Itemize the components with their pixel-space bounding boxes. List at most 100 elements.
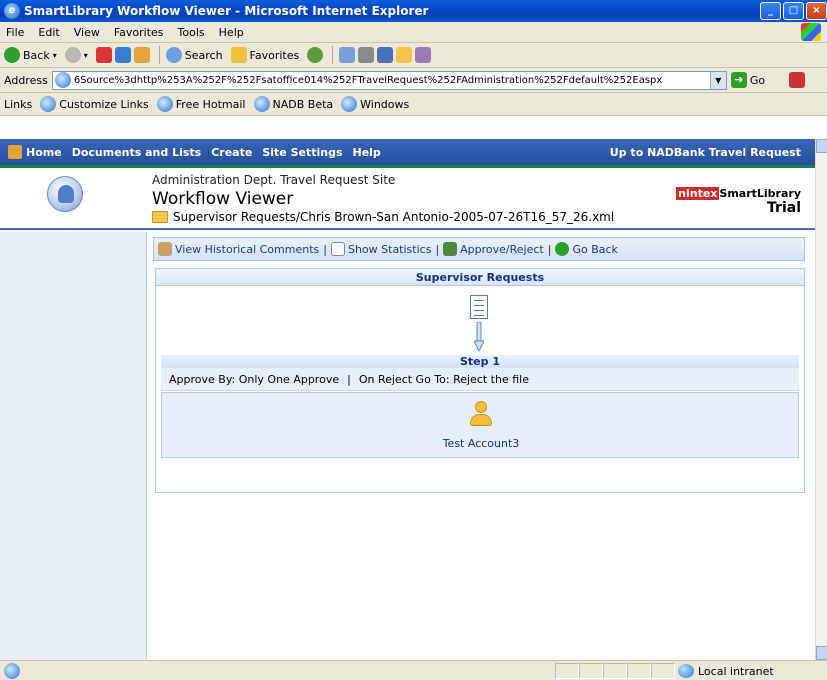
- left-column: [0, 232, 147, 660]
- forward-button[interactable]: ▾: [64, 47, 88, 63]
- print-icon[interactable]: [358, 47, 375, 63]
- nav-home[interactable]: Home: [26, 146, 62, 159]
- menu-bar: File Edit View Favorites Tools Help: [0, 22, 827, 43]
- vertical-scrollbar[interactable]: [815, 139, 827, 660]
- folder-icon[interactable]: [396, 47, 413, 63]
- menu-view[interactable]: View: [74, 26, 100, 39]
- page-status-icon: [4, 662, 20, 679]
- workflow-panel: Supervisor Requests Step 1 Approve By: O…: [155, 268, 805, 493]
- link-label: Free Hotmail: [175, 97, 246, 111]
- favorites-button[interactable]: Favorites: [230, 47, 300, 63]
- menu-edit[interactable]: Edit: [38, 26, 59, 39]
- scroll-down-button[interactable]: [816, 646, 827, 660]
- menu-help[interactable]: Help: [219, 26, 244, 39]
- acrobat-icon[interactable]: [789, 72, 806, 88]
- approver-box: Test Account3: [161, 392, 799, 458]
- link-label: Customize Links: [59, 97, 149, 111]
- windows-logo-icon: [801, 23, 821, 41]
- link-nadb-beta[interactable]: NADB Beta: [253, 96, 334, 112]
- nintex-logo: nintex: [676, 187, 720, 200]
- search-label: Search: [184, 48, 223, 62]
- go-button[interactable]: ➔ Go: [730, 72, 766, 88]
- go-label: Go: [749, 73, 766, 87]
- ie-icon: e: [4, 3, 20, 19]
- action-label: Go Back: [572, 242, 618, 256]
- refresh-icon[interactable]: [114, 47, 131, 63]
- approve-icon: [443, 242, 458, 256]
- security-zone: Local intranet: [676, 663, 796, 679]
- link-label: NADB Beta: [272, 97, 334, 111]
- link-customize[interactable]: Customize Links: [40, 96, 149, 112]
- go-arrow-icon: ➔: [730, 72, 747, 88]
- address-dropdown[interactable]: ▼: [709, 71, 726, 89]
- site-nav: Home Documents and Lists Create Site Set…: [0, 139, 815, 168]
- brand-product: SmartLibrary: [719, 187, 801, 200]
- back-button[interactable]: Back ▾: [4, 47, 57, 63]
- approve-by: Approve By: Only One Approve: [169, 372, 340, 386]
- minimize-button[interactable]: _: [760, 2, 781, 20]
- maximize-button[interactable]: □: [783, 2, 804, 20]
- comments-icon: [158, 242, 172, 256]
- search-icon: [165, 47, 182, 63]
- menu-favorites[interactable]: Favorites: [114, 26, 164, 39]
- menu-tools[interactable]: Tools: [178, 26, 205, 39]
- nav-up-link[interactable]: Up to NADBank Travel Request: [610, 146, 801, 159]
- scroll-up-button[interactable]: [816, 139, 827, 153]
- links-label: Links: [4, 97, 33, 111]
- page-viewport: Home Documents and Lists Create Site Set…: [0, 139, 815, 660]
- edit-icon[interactable]: [377, 47, 394, 63]
- stop-icon[interactable]: [95, 47, 112, 63]
- address-label: Address: [4, 73, 48, 87]
- action-label: Approve/Reject: [460, 242, 544, 256]
- links-bar: Links Customize Links Free Hotmail NADB …: [0, 93, 827, 116]
- brand-logo: nintex SmartLibrary Trial: [676, 187, 801, 216]
- link-windows[interactable]: Windows: [341, 96, 409, 112]
- file-path-text: Supervisor Requests/Chris Brown-San Anto…: [173, 210, 615, 224]
- document-icon: [470, 295, 488, 319]
- favorites-label: Favorites: [249, 48, 300, 62]
- title-bar: e SmartLibrary Workflow Viewer - Microso…: [0, 0, 827, 22]
- go-back-button[interactable]: Go Back: [555, 242, 618, 256]
- user-icon: [470, 401, 492, 427]
- address-bar: Address 6Source%3dhttp%253A%252F%252Fsat…: [0, 68, 827, 93]
- address-value: 6Source%3dhttp%253A%252F%252Fsatoffice01…: [73, 74, 663, 86]
- file-path: Supervisor Requests/Chris Brown-San Anto…: [152, 210, 614, 224]
- page-icon: [54, 72, 71, 88]
- nav-help[interactable]: Help: [353, 146, 381, 159]
- down-arrow-icon: [474, 322, 484, 352]
- action-label: Show Statistics: [347, 242, 432, 256]
- on-reject: On Reject Go To: Reject the file: [358, 372, 529, 386]
- standard-toolbar: Back ▾ ▾ Search Favorites: [0, 43, 827, 68]
- media-icon[interactable]: [307, 47, 324, 63]
- show-statistics-button[interactable]: Show Statistics: [330, 242, 432, 256]
- nav-site-settings[interactable]: Site Settings: [262, 146, 342, 159]
- step-info: Approve By: Only One Approve | On Reject…: [161, 368, 799, 391]
- home-icon[interactable]: [133, 47, 150, 63]
- menu-file[interactable]: File: [6, 26, 24, 39]
- forward-arrow-icon: [64, 47, 81, 63]
- site-header: Administration Dept. Travel Request Site…: [0, 168, 815, 230]
- workflow-header: Supervisor Requests: [156, 269, 804, 286]
- star-icon: [230, 47, 247, 63]
- zone-label: Local intranet: [698, 664, 774, 678]
- ie-icon: [341, 96, 358, 112]
- close-button[interactable]: ×: [806, 2, 827, 20]
- approver-name[interactable]: Test Account3: [162, 437, 800, 450]
- approve-reject-button[interactable]: Approve/Reject: [443, 242, 544, 256]
- nav-create[interactable]: Create: [211, 146, 252, 159]
- mail-icon[interactable]: [339, 47, 356, 63]
- step-title: Step 1: [161, 355, 799, 368]
- nav-documents[interactable]: Documents and Lists: [72, 146, 202, 159]
- status-bar: Local intranet: [0, 660, 827, 680]
- search-button[interactable]: Search: [165, 47, 223, 63]
- messenger-icon[interactable]: [415, 47, 432, 63]
- page-title: Workflow Viewer: [152, 189, 294, 209]
- ie-icon: [40, 96, 57, 112]
- ie-icon: [253, 96, 270, 112]
- folder-icon: [152, 211, 168, 223]
- link-hotmail[interactable]: Free Hotmail: [156, 96, 246, 112]
- back-icon: [555, 242, 570, 256]
- address-input[interactable]: 6Source%3dhttp%253A%252F%252Fsatoffice01…: [51, 70, 727, 90]
- view-historical-comments-button[interactable]: View Historical Comments: [158, 242, 319, 256]
- brand-edition: Trial: [767, 200, 801, 216]
